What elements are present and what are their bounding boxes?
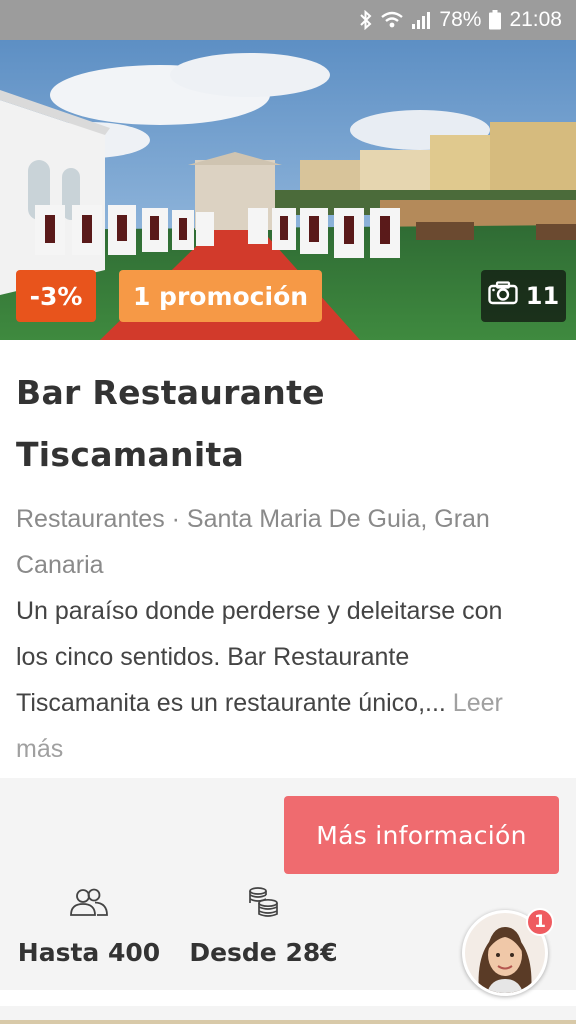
coins-icon	[248, 884, 280, 920]
description-line: Un paraíso donde perderse y deleitarse c…	[16, 597, 503, 625]
listing-title-line: Tiscamanita	[16, 435, 245, 474]
listing-description: Un paraíso donde perderse y deleitarse c…	[16, 588, 560, 772]
capacity-label: Hasta 400	[17, 938, 161, 967]
discount-badge: -3%	[16, 270, 96, 322]
description-text: Tiscamanita es un restaurante único,...	[16, 689, 453, 717]
wifi-icon	[381, 10, 404, 30]
price-label: Desde 28€	[189, 938, 338, 967]
read-more-link-continued[interactable]: más	[16, 726, 560, 772]
capacity-stat: Hasta 400	[16, 884, 162, 967]
listing-title[interactable]: Bar Restaurante Tiscamanita	[16, 362, 560, 486]
hero-image[interactable]: -3% 1 promoción 11	[0, 40, 576, 340]
category-location-line: Restaurantes · Santa Maria De Guia, Gran	[16, 505, 490, 533]
price-stat: Desde 28€	[186, 884, 341, 967]
signal-icon	[411, 10, 431, 30]
description-line: Tiscamanita es un restaurante único,... …	[16, 680, 560, 726]
more-info-button[interactable]: Más información	[284, 796, 559, 874]
battery-icon	[489, 10, 502, 30]
description-line: los cinco sentidos. Bar Restaurante	[16, 643, 410, 671]
clock: 21:08	[509, 8, 562, 31]
photo-count-button[interactable]: 11	[481, 270, 566, 322]
listing-card[interactable]: Bar Restaurante Tiscamanita Restaurantes…	[0, 340, 576, 772]
bluetooth-icon	[359, 10, 373, 30]
promotion-badge[interactable]: 1 promoción	[119, 270, 322, 322]
category-location-line: Canaria	[16, 551, 104, 579]
battery-percentage: 78%	[439, 8, 482, 31]
read-more-link[interactable]: Leer	[453, 689, 503, 717]
chat-assistant-button[interactable]: 1	[462, 908, 554, 996]
listing-title-line: Bar Restaurante	[16, 373, 325, 412]
listing-meta: Restaurantes · Santa Maria De Guia, Gran…	[16, 496, 560, 588]
status-bar: 78% 21:08	[0, 0, 576, 40]
guests-icon	[69, 884, 109, 920]
photo-count: 11	[525, 282, 560, 310]
camera-icon	[488, 281, 518, 311]
next-listing-card-peek[interactable]	[0, 1006, 576, 1024]
notification-badge: 1	[526, 908, 554, 936]
